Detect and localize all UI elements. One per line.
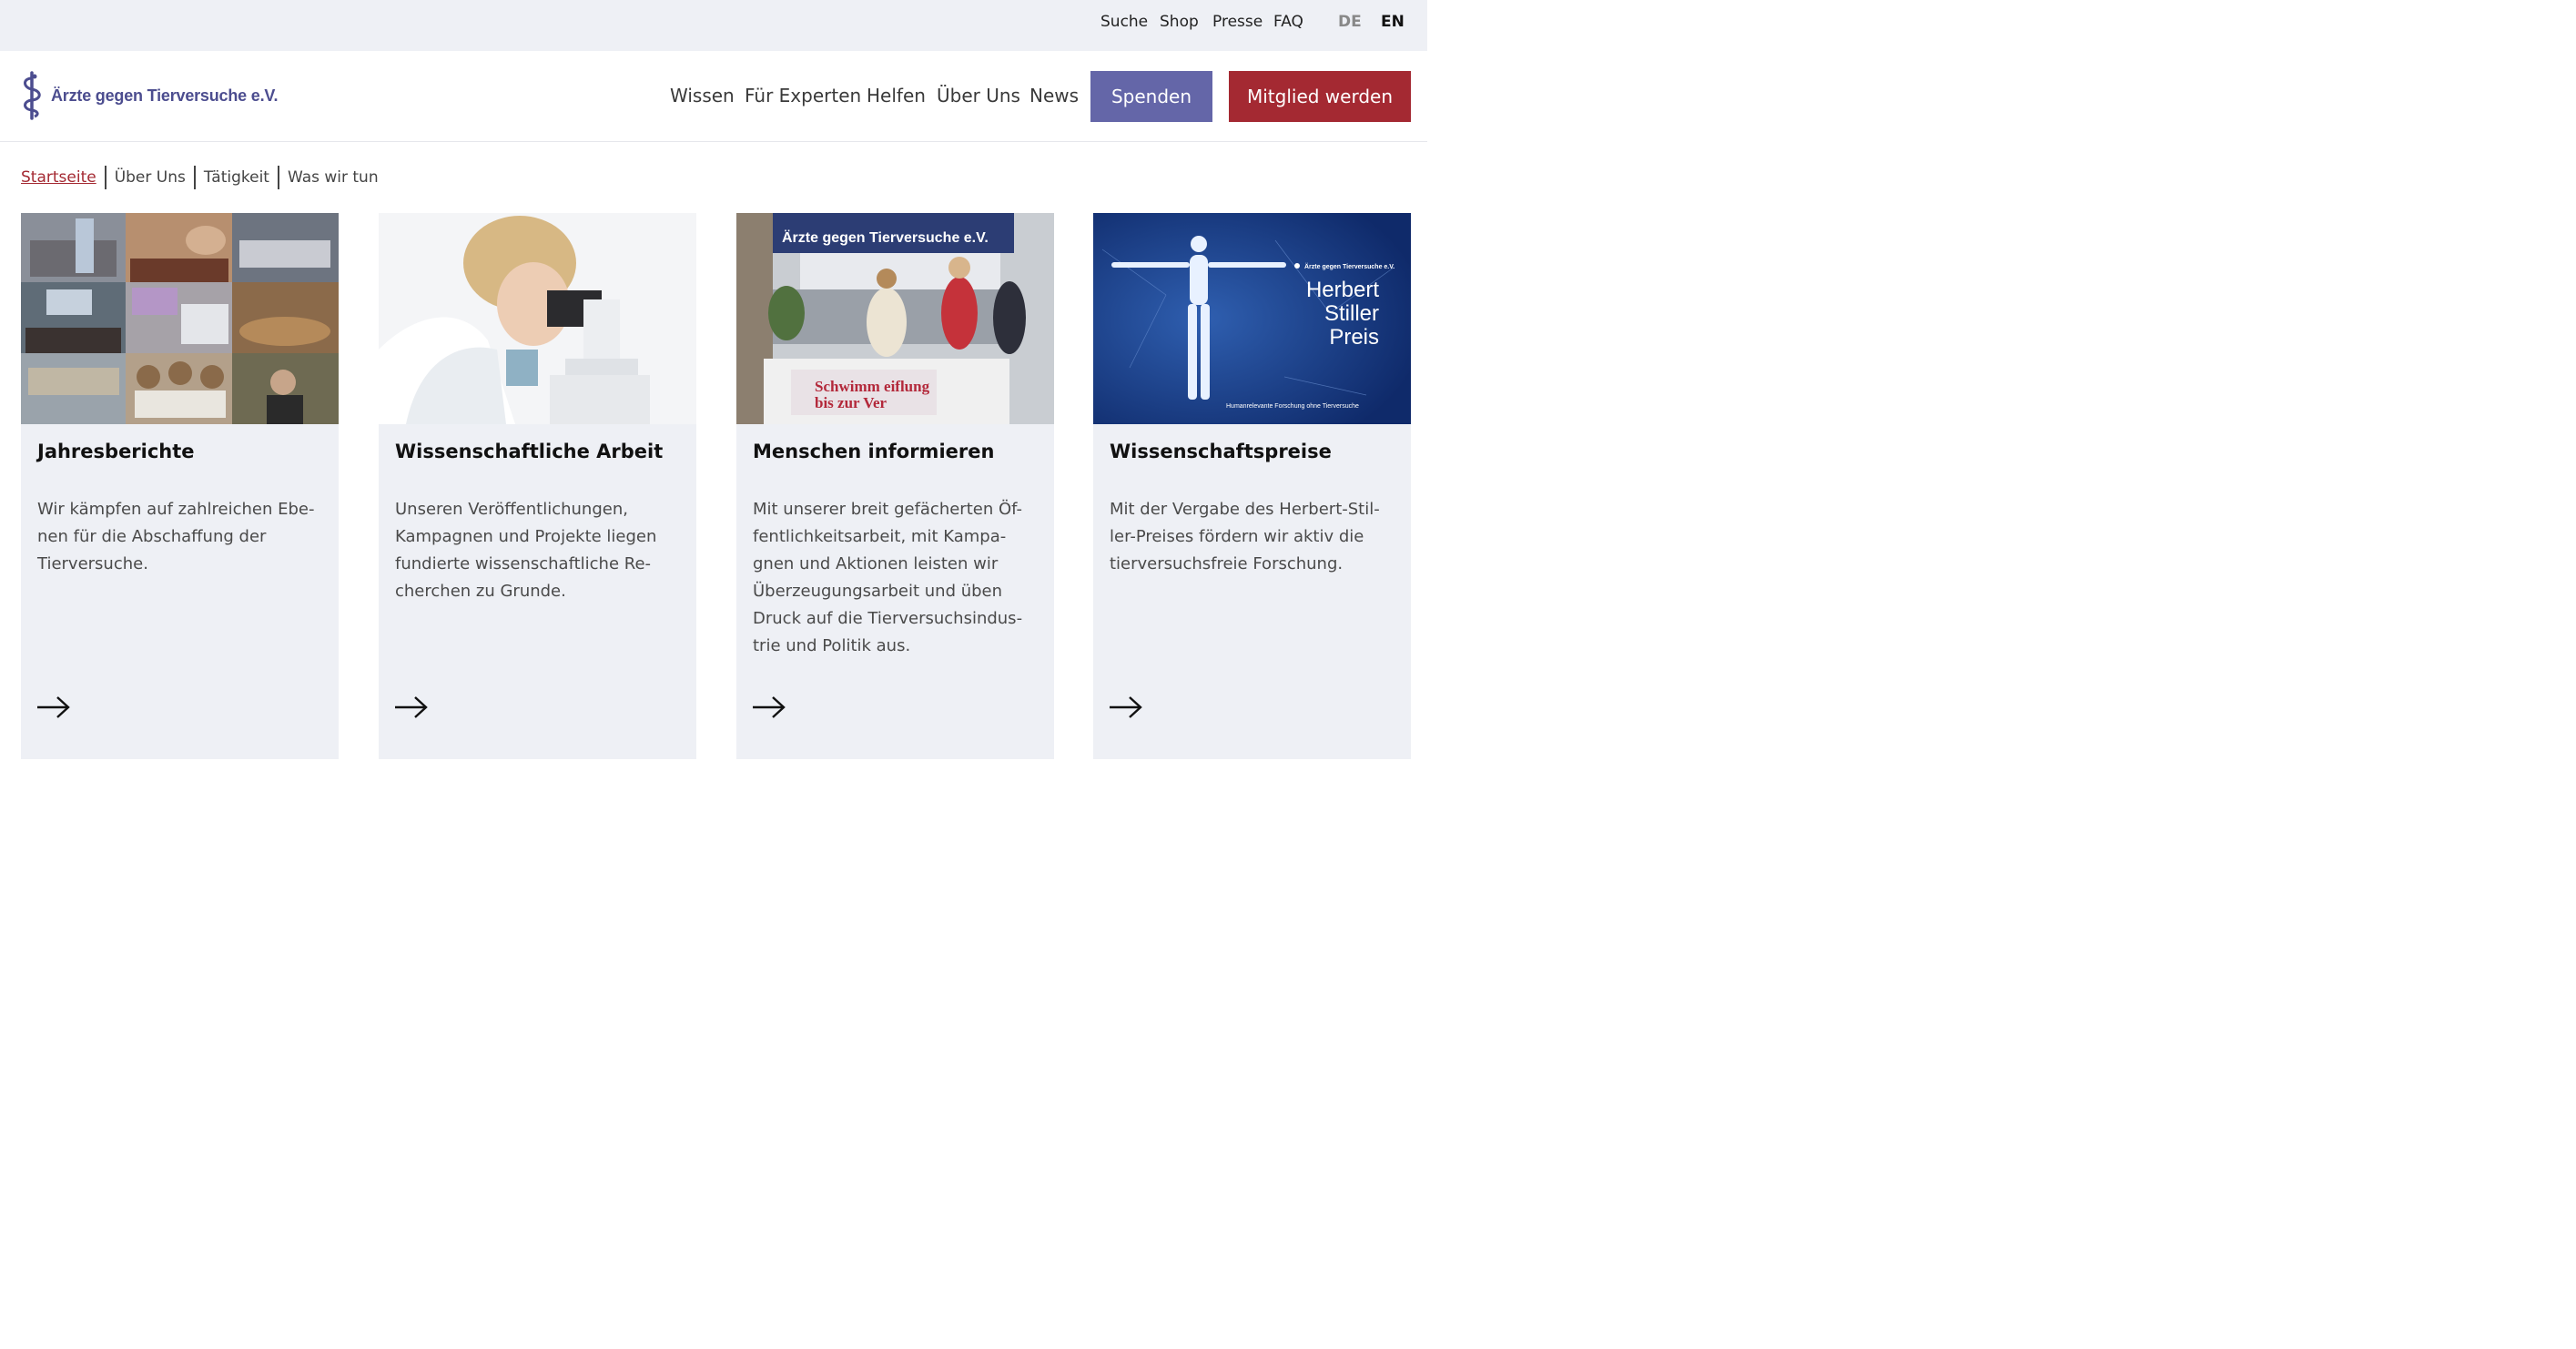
donate-button[interactable]: Spenden (1090, 71, 1212, 122)
breadcrumb-current: Was wir tun (277, 166, 387, 189)
poster-line-1: Herbert (1306, 278, 1379, 302)
arrow-right-icon[interactable] (752, 695, 786, 719)
card-description: Wir kämpfen auf zahlreichen Ebe-nen für … (37, 500, 315, 573)
poster-line-3: Preis (1329, 325, 1379, 350)
language-de[interactable]: DE (1338, 13, 1362, 31)
card-wissenschaftspreise[interactable]: Ärzte gegen Tierversuche e.V. Herbert St… (1093, 213, 1411, 759)
utility-link-suche[interactable]: Suche (1100, 13, 1148, 31)
tent-banner-text: Ärzte gegen Tierversuche e.V. (782, 229, 989, 246)
nav-news[interactable]: News (1029, 85, 1079, 106)
info-stand-image: Ärzte gegen Tierversuche e.V. Schwimm ei… (736, 213, 1054, 424)
language-en[interactable]: EN (1381, 13, 1405, 31)
card-wissenschaftliche-arbeit[interactable]: Wissenschaftliche Arbeit Unseren Veröffe… (379, 213, 696, 759)
scientist-microscope-image (379, 213, 696, 424)
utility-bar: Suche Shop Presse FAQ DE EN (0, 0, 1427, 51)
collage-image (21, 213, 339, 424)
nav-ueber-uns[interactable]: Über Uns (937, 85, 1020, 106)
card-title: Wissenschaftspreise (1110, 441, 1332, 462)
herbert-stiller-preis-poster: Ärzte gegen Tierversuche e.V. Herbert St… (1093, 213, 1411, 424)
breadcrumb-startseite[interactable]: Startseite (21, 166, 105, 189)
poster-org-text: Ärzte gegen Tierversuche e.V. (1304, 263, 1394, 270)
utility-link-faq[interactable]: FAQ (1273, 13, 1303, 31)
poster-logo-icon (1294, 263, 1300, 269)
breadcrumb-ueber-uns[interactable]: Über Uns (104, 166, 194, 189)
card-menschen-informieren[interactable]: Ärzte gegen Tierversuche e.V. Schwimm ei… (736, 213, 1054, 759)
utility-link-shop[interactable]: Shop (1160, 13, 1199, 31)
utility-link-presse[interactable]: Presse (1212, 13, 1263, 31)
poster-tagline: Humanrelevante Forschung ohne Tierversuc… (1226, 403, 1359, 410)
main-header: Ärzte gegen Tierversuche e.V. Wissen Für… (0, 51, 1427, 142)
staff-logo-icon[interactable] (19, 71, 46, 120)
arrow-right-icon[interactable] (394, 695, 429, 719)
card-jahresberichte[interactable]: Jahresberichte Wir kämpfen auf zahlreich… (21, 213, 339, 759)
logo-text[interactable]: Ärzte gegen Tierversuche e.V. (51, 86, 279, 106)
arrow-right-icon[interactable] (1109, 695, 1143, 719)
breadcrumb: Startseite Über Uns Tätigkeit Was wir tu… (21, 166, 387, 189)
table-banner-text-2: bis zur Ver (815, 394, 887, 411)
poster-line-2: Stiller (1324, 301, 1379, 326)
card-description: Mit unserer breit gefächerten Öf-fentlic… (753, 500, 1023, 655)
arrow-right-icon[interactable] (36, 695, 71, 719)
card-title: Jahresberichte (37, 441, 195, 462)
table-banner-text-1: Schwimm eiflung (815, 378, 930, 395)
card-title: Menschen informieren (753, 441, 995, 462)
nav-fuer-experten[interactable]: Für Experten (745, 85, 861, 106)
card-description: Mit der Vergabe des Herbert-Stil-ler-Pre… (1110, 500, 1380, 573)
become-member-button[interactable]: Mitglied werden (1229, 71, 1411, 122)
breadcrumb-taetigkeit[interactable]: Tätigkeit (193, 166, 278, 189)
nav-wissen[interactable]: Wissen (670, 85, 735, 106)
card-title: Wissenschaftliche Arbeit (395, 441, 664, 462)
card-description: Unseren Veröffentlichungen, Kampagnen un… (395, 500, 657, 601)
nav-helfen[interactable]: Helfen (867, 85, 926, 106)
